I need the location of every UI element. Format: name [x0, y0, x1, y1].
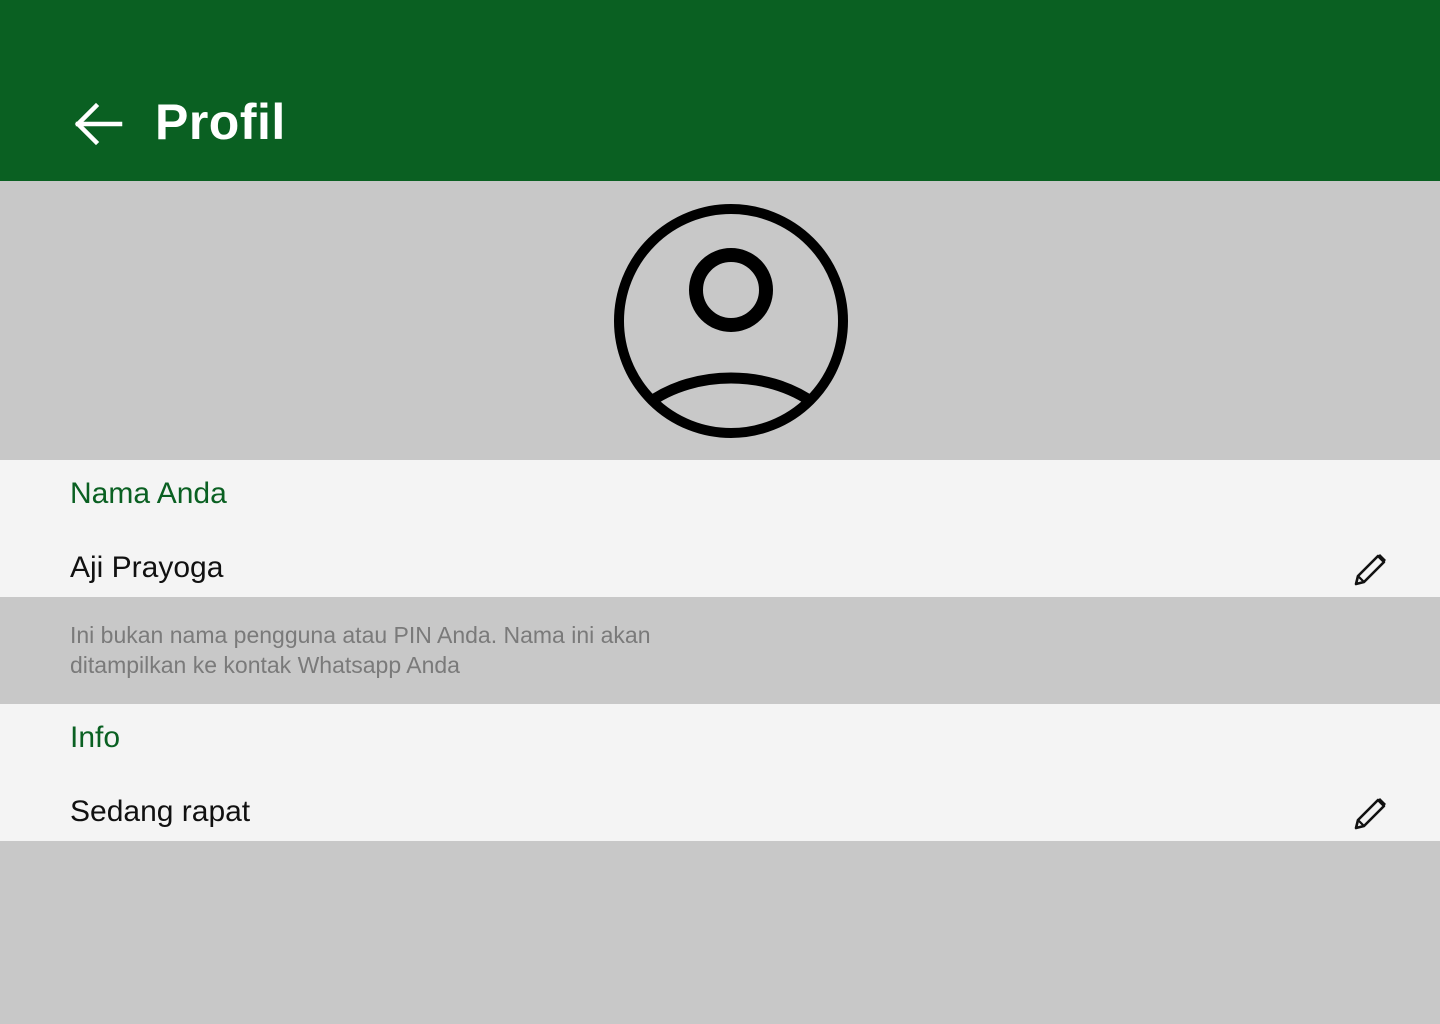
info-section: Info Sedang rapat — [0, 704, 1440, 841]
info-value: Sedang rapat — [70, 795, 251, 828]
info-label: Info — [70, 721, 121, 754]
app-header: Profil — [0, 0, 1440, 181]
name-hint-text: Ini bukan nama pengguna atau PIN Anda. N… — [70, 620, 790, 680]
back-button[interactable] — [70, 98, 126, 150]
pencil-icon — [1354, 798, 1386, 830]
name-section: Nama Anda Aji Prayoga — [0, 460, 1440, 597]
name-label: Nama Anda — [70, 477, 227, 510]
name-value: Aji Prayoga — [70, 551, 224, 584]
pencil-icon — [1354, 554, 1386, 586]
user-circle-icon[interactable] — [612, 202, 850, 440]
hint-line-2: ditampilkan ke kontak Whatsapp Anda — [70, 652, 460, 678]
hint-line-1: Ini bukan nama pengguna atau PIN Anda. N… — [70, 622, 651, 648]
page-title: Profil — [155, 94, 286, 150]
arrow-left-icon — [74, 102, 123, 146]
edit-info-button[interactable] — [1350, 794, 1390, 834]
edit-name-button[interactable] — [1350, 550, 1390, 590]
avatar-area — [0, 181, 1440, 460]
